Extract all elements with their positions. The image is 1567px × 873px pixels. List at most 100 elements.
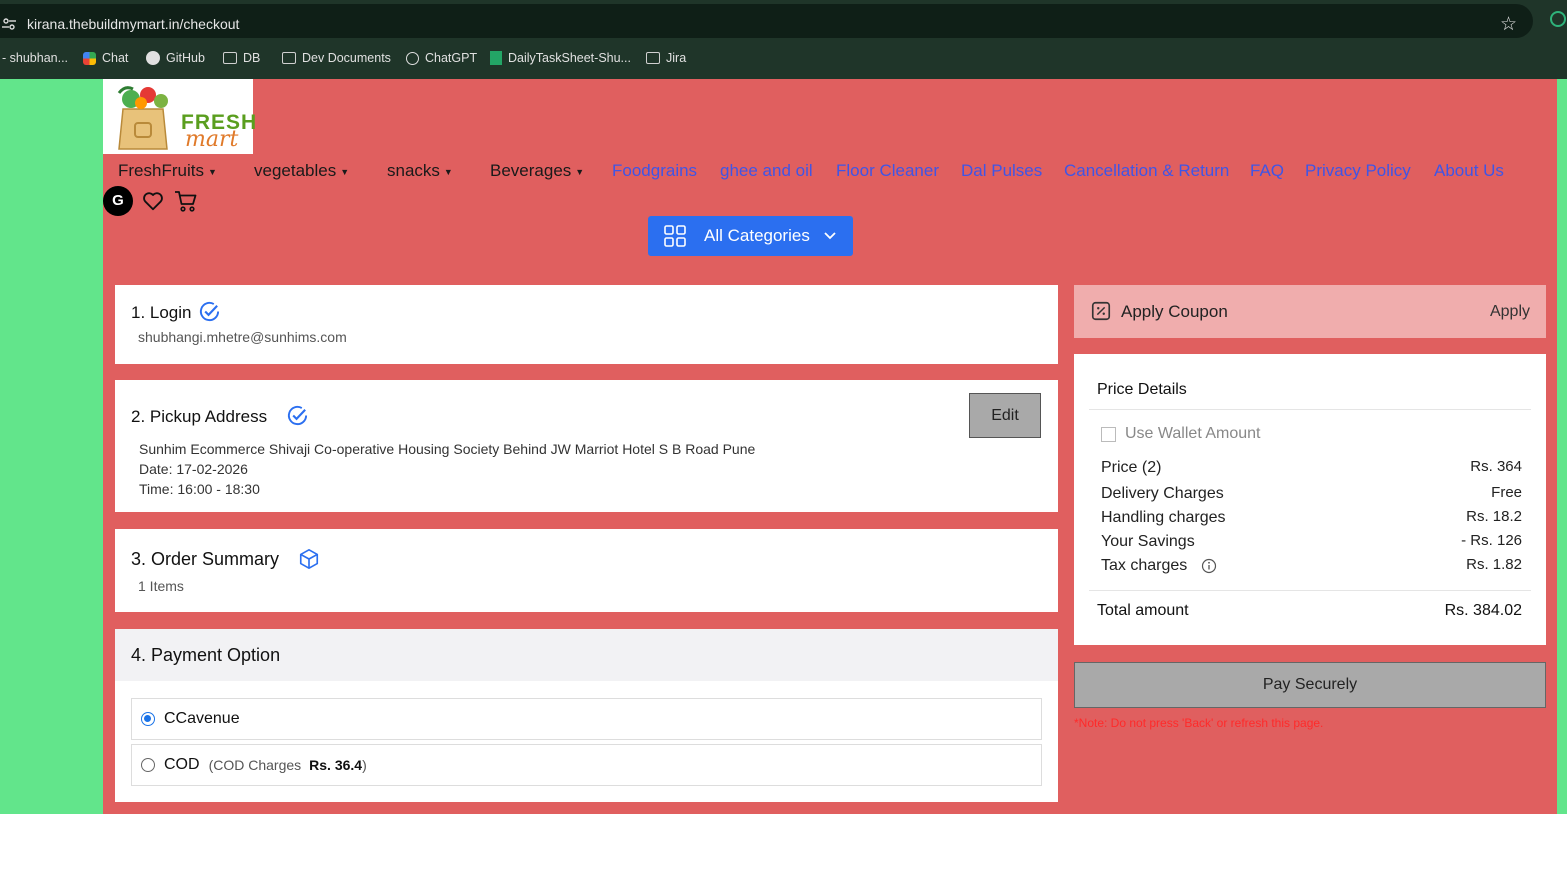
bookmark-item[interactable]: Dev Documents bbox=[282, 51, 391, 65]
nav-link-privacy[interactable]: Privacy Policy bbox=[1305, 161, 1411, 181]
apply-coupon-action[interactable]: Apply bbox=[1490, 303, 1530, 321]
bookmark-item[interactable]: DailyTaskSheet-Shu... bbox=[490, 51, 631, 65]
nav-dropdown-freshfruits[interactable]: FreshFruits ▼ bbox=[118, 161, 217, 181]
bookmarks-bar: - shubhan... Chat GitHub DB Dev Document… bbox=[0, 42, 1567, 79]
site-logo[interactable]: FRESH mart bbox=[103, 79, 256, 154]
cod-charges-label: (COD Charges bbox=[208, 757, 302, 773]
order-summary-section[interactable]: 3. Order Summary 1 Items bbox=[115, 529, 1058, 612]
radio-button[interactable] bbox=[141, 758, 155, 772]
nav-label: snacks bbox=[387, 161, 440, 180]
nav-link-floor-cleaner[interactable]: Floor Cleaner bbox=[836, 161, 939, 181]
bookmark-item[interactable]: - shubhan... bbox=[2, 51, 68, 65]
github-icon bbox=[146, 51, 160, 65]
cart-icon[interactable] bbox=[174, 189, 198, 213]
caret-down-icon: ▼ bbox=[340, 166, 350, 177]
folder-icon bbox=[282, 52, 296, 64]
login-section: 1. Login shubhangi.mhetre@sunhims.com bbox=[115, 285, 1058, 364]
bookmark-item[interactable]: DB bbox=[223, 51, 260, 65]
nav-link-ghee-oil[interactable]: ghee and oil bbox=[720, 161, 813, 181]
bookmark-label: DB bbox=[243, 51, 261, 65]
bookmark-item[interactable]: Jira bbox=[646, 51, 686, 65]
nav-dropdown-beverages[interactable]: Beverages ▼ bbox=[490, 161, 584, 181]
sheets-icon bbox=[490, 51, 502, 65]
bookmark-star-icon[interactable]: ☆ bbox=[1500, 13, 1517, 36]
all-categories-label: All Categories bbox=[704, 226, 810, 245]
info-icon[interactable] bbox=[1201, 558, 1217, 574]
nav-label: Beverages bbox=[490, 161, 572, 180]
wallet-checkbox[interactable] bbox=[1101, 427, 1116, 442]
bookmark-item[interactable]: GitHub bbox=[146, 51, 205, 65]
nav-dropdown-vegetables[interactable]: vegetables ▼ bbox=[254, 161, 349, 181]
payment-note: *Note: Do not press 'Back' or refresh th… bbox=[1074, 716, 1324, 730]
divider bbox=[1089, 409, 1531, 410]
apply-coupon-bar[interactable]: Apply Coupon Apply bbox=[1074, 285, 1546, 338]
divider bbox=[1089, 590, 1531, 591]
nav-dropdown-snacks[interactable]: snacks ▼ bbox=[387, 161, 453, 181]
caret-down-icon: ▼ bbox=[575, 166, 585, 177]
pickup-title: 2. Pickup Address bbox=[131, 407, 268, 426]
tax-label: Tax charges bbox=[1101, 557, 1188, 574]
price-label: Price (2) bbox=[1101, 459, 1162, 476]
chatgpt-icon bbox=[406, 51, 419, 65]
wishlist-heart-icon[interactable] bbox=[142, 190, 164, 212]
bookmark-label: ChatGPT bbox=[425, 51, 478, 65]
delivery-label: Delivery Charges bbox=[1101, 485, 1224, 502]
bookmark-label: GitHub bbox=[166, 51, 205, 65]
grid-icon bbox=[664, 225, 686, 247]
savings-label: Your Savings bbox=[1101, 533, 1195, 550]
radio-button[interactable] bbox=[141, 712, 155, 726]
payment-option-cod[interactable]: COD (COD Charges Rs. 36.4 ) bbox=[131, 744, 1042, 786]
bookmark-label: Dev Documents bbox=[302, 51, 391, 65]
all-categories-button[interactable]: All Categories bbox=[648, 216, 853, 256]
coupon-icon bbox=[1091, 301, 1111, 321]
address-bar[interactable]: kirana.thebuildmymart.in/checkout ☆ bbox=[0, 4, 1533, 38]
nav-link-cancellation[interactable]: Cancellation & Return bbox=[1064, 161, 1229, 181]
payment-option-ccavenue[interactable]: CCavenue bbox=[131, 698, 1042, 740]
wallet-label: Use Wallet Amount bbox=[1125, 425, 1261, 442]
handling-label: Handling charges bbox=[1101, 509, 1226, 526]
cod-charges-value: Rs. 36.4 bbox=[309, 757, 363, 773]
extension-icon[interactable] bbox=[1550, 11, 1566, 27]
login-email: shubhangi.mhetre@sunhims.com bbox=[138, 329, 347, 345]
price-details-panel: Price Details Use Wallet Amount Price (2… bbox=[1074, 354, 1546, 645]
url-text[interactable]: kirana.thebuildmymart.in/checkout bbox=[27, 16, 239, 32]
nav-label: vegetables bbox=[254, 161, 337, 180]
pickup-time: Time: 16:00 - 18:30 bbox=[139, 481, 260, 497]
handling-value: Rs. 18.2 bbox=[1466, 508, 1522, 525]
savings-value: - Rs. 126 bbox=[1461, 532, 1522, 549]
check-circle-icon bbox=[199, 301, 220, 322]
bookmark-label: - shubhan... bbox=[2, 51, 69, 65]
chevron-down-icon bbox=[824, 232, 836, 240]
bookmark-item[interactable]: Chat bbox=[83, 51, 128, 65]
cod-charges-close: ) bbox=[362, 757, 367, 773]
price-details-title: Price Details bbox=[1097, 381, 1187, 398]
check-circle-icon bbox=[287, 405, 308, 426]
bookmark-item[interactable]: ChatGPT bbox=[406, 51, 477, 65]
logo-text-mart: mart bbox=[185, 127, 239, 152]
edit-address-button[interactable]: Edit bbox=[969, 393, 1041, 438]
nav-link-faq[interactable]: FAQ bbox=[1250, 161, 1284, 181]
site-settings-icon[interactable] bbox=[2, 17, 16, 31]
price-value: Rs. 364 bbox=[1470, 458, 1522, 475]
payment-option-label: CCavenue bbox=[164, 710, 240, 727]
package-box-icon bbox=[299, 549, 319, 569]
bookmark-label: Chat bbox=[102, 51, 129, 65]
apply-coupon-label: Apply Coupon bbox=[1121, 302, 1228, 321]
login-title: 1. Login bbox=[131, 303, 192, 322]
caret-down-icon: ▼ bbox=[443, 166, 453, 177]
nav-link-about[interactable]: About Us bbox=[1434, 161, 1504, 181]
caret-down-icon: ▼ bbox=[207, 166, 217, 177]
pickup-address: Sunhim Ecommerce Shivaji Co-operative Ho… bbox=[139, 441, 756, 457]
bookmark-label: DailyTaskSheet-Shu... bbox=[508, 51, 631, 65]
pickup-address-section: 2. Pickup Address Sunhim Ecommerce Shiva… bbox=[115, 380, 1058, 512]
pay-securely-button[interactable]: Pay Securely bbox=[1074, 662, 1546, 708]
nav-link-foodgrains[interactable]: Foodgrains bbox=[612, 161, 697, 181]
user-avatar[interactable]: G bbox=[103, 186, 133, 216]
browser-toolbar: kirana.thebuildmymart.in/checkout ☆ bbox=[0, 0, 1567, 42]
order-item-count: 1 Items bbox=[138, 578, 184, 594]
folder-icon bbox=[646, 52, 660, 64]
order-summary-title: 3. Order Summary bbox=[131, 549, 280, 569]
total-label: Total amount bbox=[1097, 602, 1189, 619]
nav-link-dal-pulses[interactable]: Dal Pulses bbox=[961, 161, 1042, 181]
nav-label: FreshFruits bbox=[118, 161, 204, 180]
